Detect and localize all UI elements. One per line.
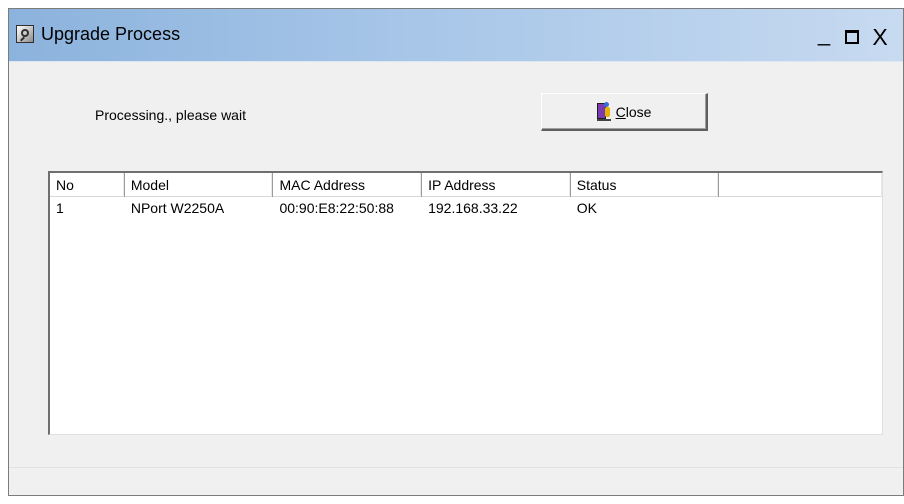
row-mac-address-cell: 00:90:E8:22:50:88 xyxy=(279,200,394,216)
column-header-model[interactable]: Model xyxy=(125,173,274,197)
row-ip-address-cell: 192.168.33.22 xyxy=(428,200,518,216)
person-icon-part xyxy=(603,101,610,117)
column-header-ip-address[interactable]: IP Address xyxy=(422,173,571,197)
floor-icon-part xyxy=(596,118,611,121)
close-button-label: Close xyxy=(616,104,652,120)
row-no-cell: 1 xyxy=(56,200,64,216)
exit-door-icon xyxy=(596,101,611,121)
close-button[interactable]: Close xyxy=(541,93,708,131)
column-header-no[interactable]: No xyxy=(50,173,125,197)
close-button-label-rest: lose xyxy=(625,103,652,120)
close-button-mnemonic: C xyxy=(615,103,626,120)
row-model-cell: NPort W2250A xyxy=(130,200,225,216)
close-icon: X xyxy=(872,23,888,50)
list-header-row: No Model MAC Address IP Address Status xyxy=(50,173,882,197)
minimize-icon: _ xyxy=(817,21,831,46)
maximize-button[interactable] xyxy=(838,25,866,49)
app-icon[interactable] xyxy=(16,25,34,43)
column-header-empty[interactable] xyxy=(719,173,882,197)
window-title: Upgrade Process xyxy=(41,24,181,44)
row-status-cell: OK xyxy=(576,200,597,216)
column-header-status[interactable]: Status xyxy=(571,173,720,197)
maximize-icon xyxy=(845,30,859,44)
minimize-button[interactable]: _ xyxy=(810,21,838,49)
device-list-view[interactable]: No Model MAC Address IP Address Status 1… xyxy=(48,171,883,435)
table-row[interactable]: 1 NPort W2250A 00:90:E8:22:50:88 192.168… xyxy=(50,197,882,219)
dialog-divider xyxy=(9,467,903,468)
window-controls: _ X xyxy=(810,21,894,50)
desktop-screen: Upgrade Process _ X Processing., please … xyxy=(0,0,904,504)
upgrade-process-window: Upgrade Process _ X Processing., please … xyxy=(8,8,904,496)
title-bar[interactable]: Upgrade Process _ X xyxy=(9,9,903,62)
column-header-mac-address[interactable]: MAC Address xyxy=(273,173,423,197)
status-message: Processing., please wait xyxy=(95,107,246,123)
close-window-button[interactable]: X xyxy=(866,23,894,50)
